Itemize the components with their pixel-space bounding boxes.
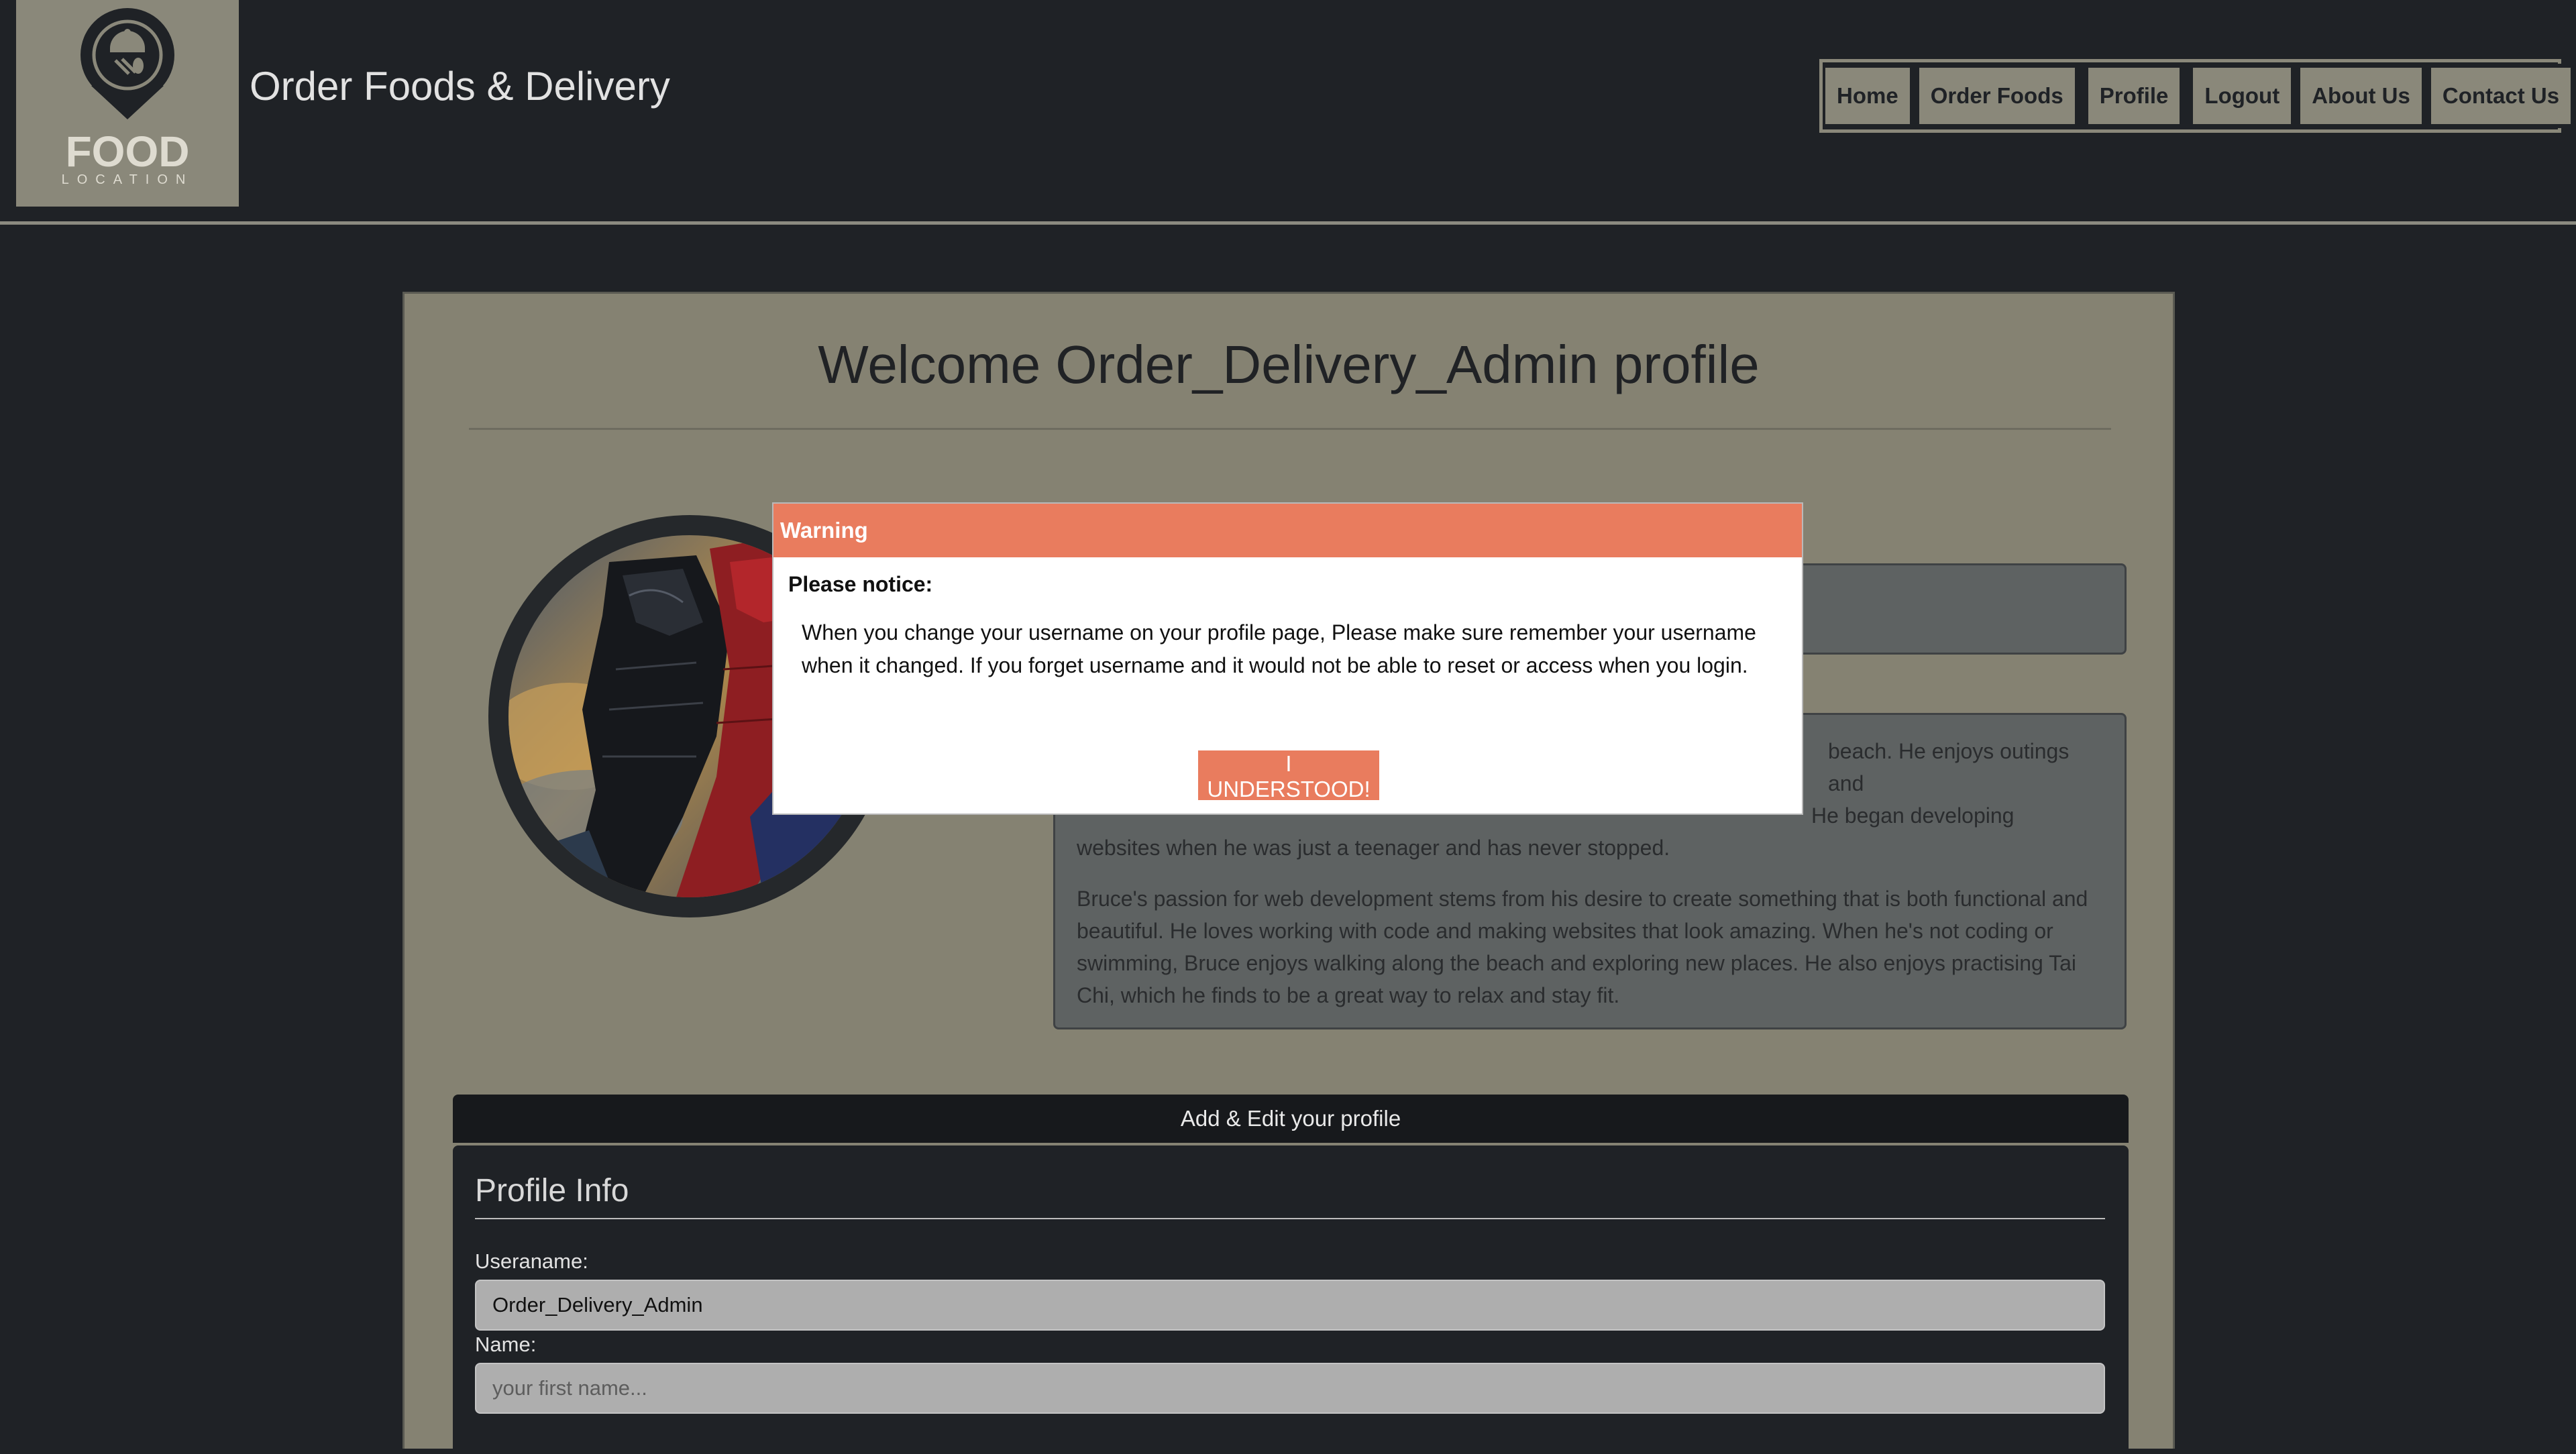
nav-about-us[interactable]: About Us [2300, 64, 2422, 128]
svg-text:FOOD: FOOD [66, 127, 190, 176]
bio-paragraph-2: Bruce's passion for web development stem… [1077, 887, 2088, 1007]
username-input[interactable] [475, 1280, 2105, 1331]
nav-order-foods[interactable]: Order Foods [1919, 64, 2075, 128]
understood-button[interactable]: I UNDERSTOOD! [1198, 750, 1379, 801]
modal-message: When you change your username on your pr… [802, 620, 1756, 677]
site-header: FOOD LOCATION Order Foods & Delivery Hom… [0, 0, 2576, 225]
divider [469, 428, 2111, 430]
nav-profile[interactable]: Profile [2084, 64, 2184, 128]
nav-home[interactable]: Home [1825, 64, 1910, 128]
food-location-logo[interactable]: FOOD LOCATION [16, 0, 239, 207]
profile-card: Welcome Order_Delivery_Admin profile bea… [402, 292, 2175, 1454]
nav-contact-us[interactable]: Contact Us [2430, 64, 2571, 128]
edit-profile-form: Profile Info Useraname: Name: [453, 1145, 2129, 1454]
name-input[interactable] [475, 1363, 2105, 1414]
site-title: Order Foods & Delivery [250, 64, 670, 109]
nav-logout[interactable]: Logout [2193, 64, 2292, 128]
main-nav: Home Order Foods Profile Logout About Us… [1819, 59, 2571, 133]
modal-title: Warning [773, 504, 1802, 557]
page-title: Welcome Order_Delivery_Admin profile [818, 335, 1760, 394]
warning-modal: Warning Please notice: When you change y… [772, 502, 1803, 815]
svg-text:LOCATION: LOCATION [62, 172, 194, 187]
divider [475, 1218, 2105, 1219]
name-label: Name: [475, 1333, 537, 1356]
modal-notice: Please notice: [788, 572, 933, 596]
edit-profile-header[interactable]: Add & Edit your profile [453, 1095, 2129, 1143]
username-label: Useraname: [475, 1249, 588, 1273]
map-pin-icon: FOOD LOCATION [62, 8, 194, 187]
section-title: Profile Info [475, 1173, 629, 1209]
